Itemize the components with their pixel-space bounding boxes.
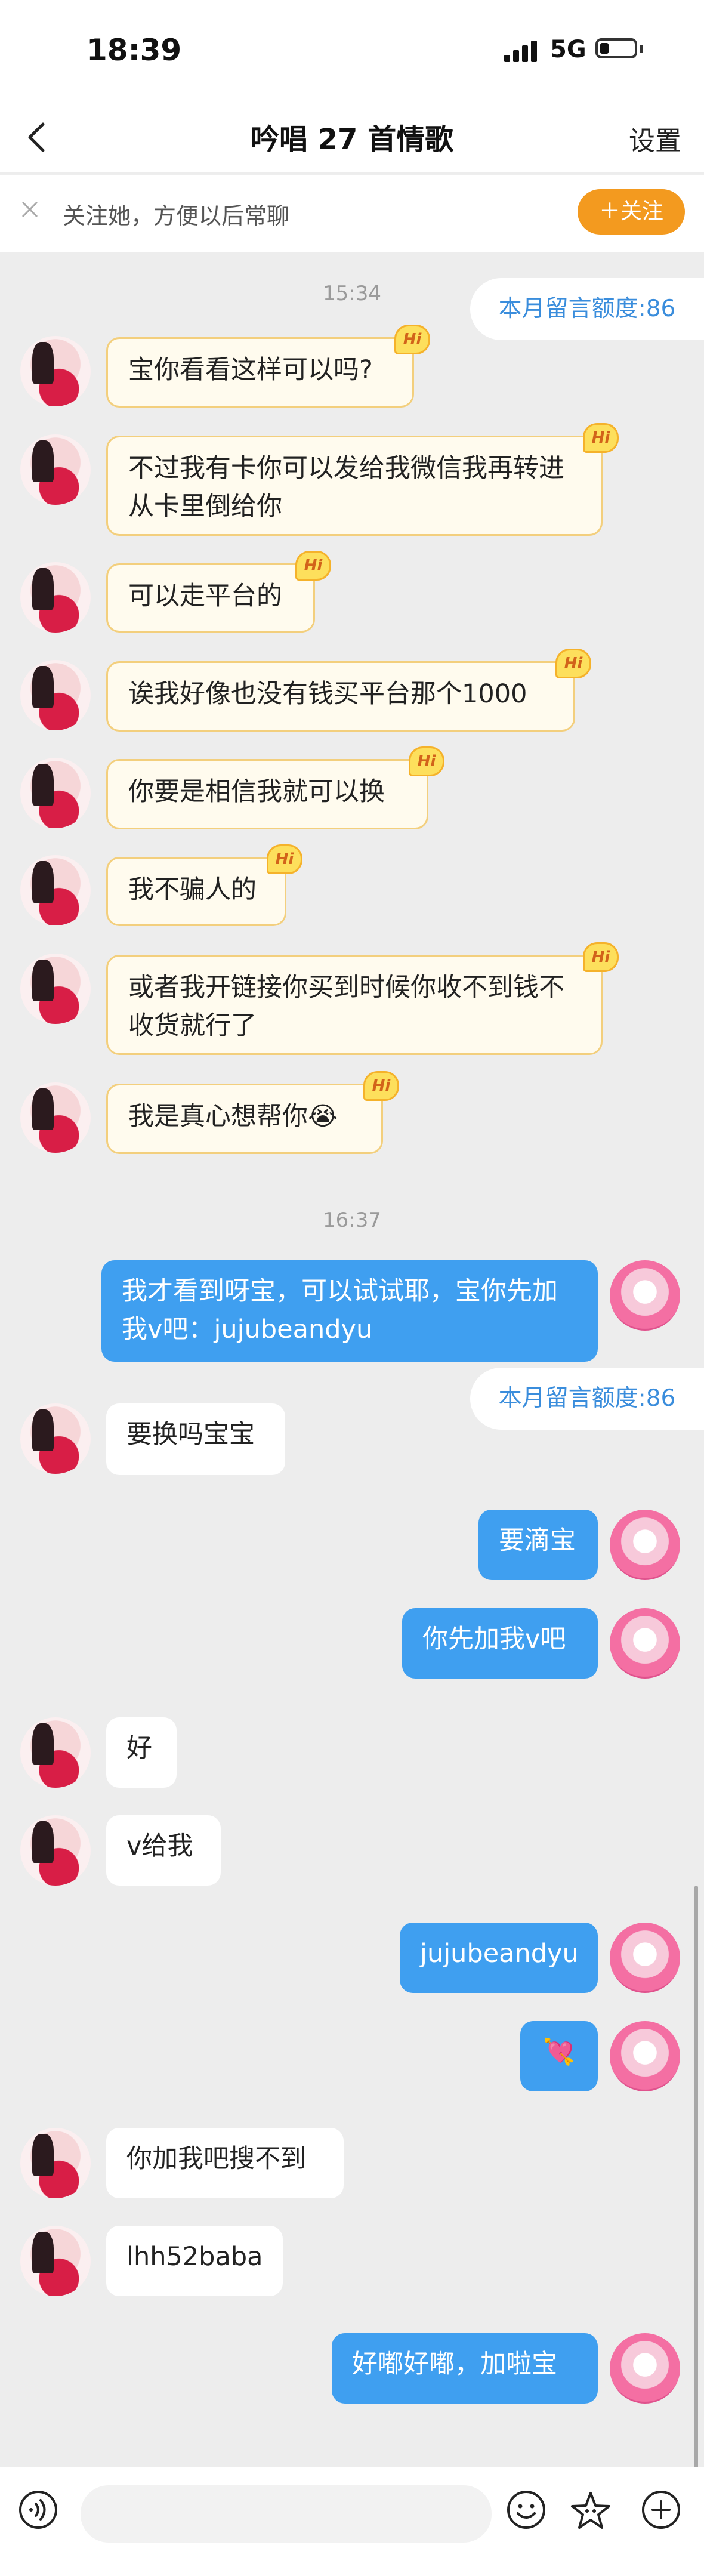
sent-message[interactable]: jujubeandyu	[400, 1923, 598, 1993]
emoji-icon[interactable]	[506, 2489, 546, 2530]
star-icon[interactable]	[569, 2489, 612, 2532]
status-time: 18:39	[87, 33, 182, 67]
timestamp: 16:37	[323, 1208, 381, 1232]
message-text: 不过我有卡你可以发给我微信我再转进从卡里倒给你	[128, 454, 564, 522]
hi-badge: Hi	[295, 551, 331, 581]
my-avatar[interactable]	[610, 1510, 680, 1580]
close-icon[interactable]	[19, 199, 41, 220]
received-message[interactable]: 可以走平台的 Hi	[106, 551, 331, 633]
received-message[interactable]: 或者我开链接你买到时候你收不到钱不收货就行了 Hi	[106, 942, 619, 1055]
quota-pill: 本月留言额度:86	[470, 278, 704, 340]
contact-avatar[interactable]	[20, 1082, 91, 1153]
nav-bar: 吟唱 27 首情歌 设置	[0, 101, 704, 172]
my-avatar[interactable]	[610, 2333, 680, 2404]
received-message[interactable]: v给我	[106, 1815, 221, 1886]
hi-badge: Hi	[363, 1071, 399, 1101]
battery-icon	[595, 38, 637, 58]
plus-icon[interactable]	[641, 2489, 681, 2530]
message-text: 你加我吧搜不到	[126, 2144, 306, 2174]
message-text: 可以走平台的	[128, 581, 282, 611]
received-message[interactable]: 不过我有卡你可以发给我微信我再转进从卡里倒给你 Hi	[106, 423, 619, 536]
received-message[interactable]: lhh52baba	[106, 2226, 283, 2296]
received-message[interactable]: 要换吗宝宝	[106, 1403, 285, 1475]
received-message[interactable]: 诶我好像也没有钱买平台那个1000 Hi	[106, 649, 591, 732]
message-text: jujubeandyu	[420, 1939, 579, 1969]
banner-text: 关注她，方便以后常聊	[63, 203, 290, 229]
received-message[interactable]: 你加我吧搜不到	[106, 2128, 344, 2198]
contact-avatar[interactable]	[20, 855, 91, 925]
received-message[interactable]: 你要是相信我就可以换 Hi	[106, 746, 444, 829]
follow-banner: 关注她，方便以后常聊 ＋关注	[0, 174, 704, 252]
message-text: 好	[126, 1733, 152, 1763]
battery-tip	[640, 45, 643, 53]
input-bar	[0, 2467, 704, 2576]
received-message[interactable]: 宝你看看这样可以吗? Hi	[106, 325, 430, 408]
contact-avatar[interactable]	[20, 2128, 91, 2198]
hi-badge: Hi	[583, 423, 619, 453]
contact-avatar[interactable]	[20, 434, 91, 505]
network-label: 5G	[550, 36, 586, 63]
my-avatar[interactable]	[610, 1260, 680, 1331]
quota-pill: 本月留言额度:86	[470, 1368, 704, 1430]
contact-avatar[interactable]	[20, 954, 91, 1024]
received-message[interactable]: 我是真心想帮你😭 Hi	[106, 1071, 399, 1154]
hi-badge: Hi	[409, 746, 444, 776]
contact-avatar[interactable]	[20, 1815, 91, 1886]
contact-avatar[interactable]	[20, 336, 91, 406]
message-text: 好嘟好嘟，加啦宝	[352, 2349, 557, 2379]
message-text: 要滴宝	[499, 1526, 576, 1556]
my-avatar[interactable]	[610, 2021, 680, 2091]
contact-avatar[interactable]	[20, 758, 91, 828]
message-text: lhh52baba	[126, 2242, 263, 2272]
contact-avatar[interactable]	[20, 660, 91, 730]
message-text: 我不骗人的	[128, 875, 257, 905]
signal-icon	[504, 38, 540, 62]
sent-message[interactable]: 你先加我v吧	[402, 1608, 598, 1679]
voice-icon[interactable]	[18, 2489, 58, 2530]
hi-badge: Hi	[583, 942, 619, 972]
scrollbar[interactable]	[694, 1886, 698, 2470]
contact-avatar[interactable]	[20, 1717, 91, 1788]
sent-message[interactable]: 💘	[520, 2021, 598, 2091]
sent-message[interactable]: 要滴宝	[478, 1510, 598, 1580]
sent-message[interactable]: 我才看到呀宝，可以试试耶，宝你先加我v吧：jujubeandyu	[101, 1260, 598, 1362]
hi-badge: Hi	[394, 325, 430, 354]
received-message[interactable]: 我不骗人的 Hi	[106, 844, 302, 926]
contact-avatar[interactable]	[20, 562, 91, 633]
message-text: 你要是相信我就可以换	[128, 777, 385, 807]
message-text: 诶我好像也没有钱买平台那个1000	[128, 679, 527, 709]
received-message[interactable]: 好	[106, 1717, 177, 1788]
message-text: 宝你看看这样可以吗?	[128, 355, 373, 385]
status-bar: 18:39 5G	[0, 0, 704, 101]
follow-button[interactable]: ＋关注	[578, 189, 685, 235]
my-avatar[interactable]	[610, 1608, 680, 1679]
message-text: 我才看到呀宝，可以试试耶，宝你先加我v吧：jujubeandyu	[122, 1276, 558, 1344]
contact-avatar[interactable]	[20, 2226, 91, 2296]
sent-message[interactable]: 好嘟好嘟，加啦宝	[332, 2333, 598, 2404]
message-text: 我是真心想帮你😭	[128, 1102, 338, 1131]
message-text: 要换吗宝宝	[126, 1420, 255, 1449]
hi-badge: Hi	[267, 844, 302, 874]
message-text: 你先加我v吧	[422, 1624, 566, 1654]
settings-button[interactable]: 设置	[629, 119, 681, 158]
message-text: 或者我开链接你买到时候你收不到钱不收货就行了	[128, 973, 564, 1041]
heart-emoji: 💘	[543, 2037, 575, 2067]
message-input[interactable]	[81, 2485, 492, 2543]
chat-title: 吟唱 27 首情歌	[250, 123, 454, 156]
contact-avatar[interactable]	[20, 1403, 91, 1474]
hi-badge: Hi	[555, 649, 591, 678]
message-text: v给我	[126, 1831, 193, 1861]
my-avatar[interactable]	[610, 1923, 680, 1993]
chevron-left-icon[interactable]	[20, 119, 56, 155]
